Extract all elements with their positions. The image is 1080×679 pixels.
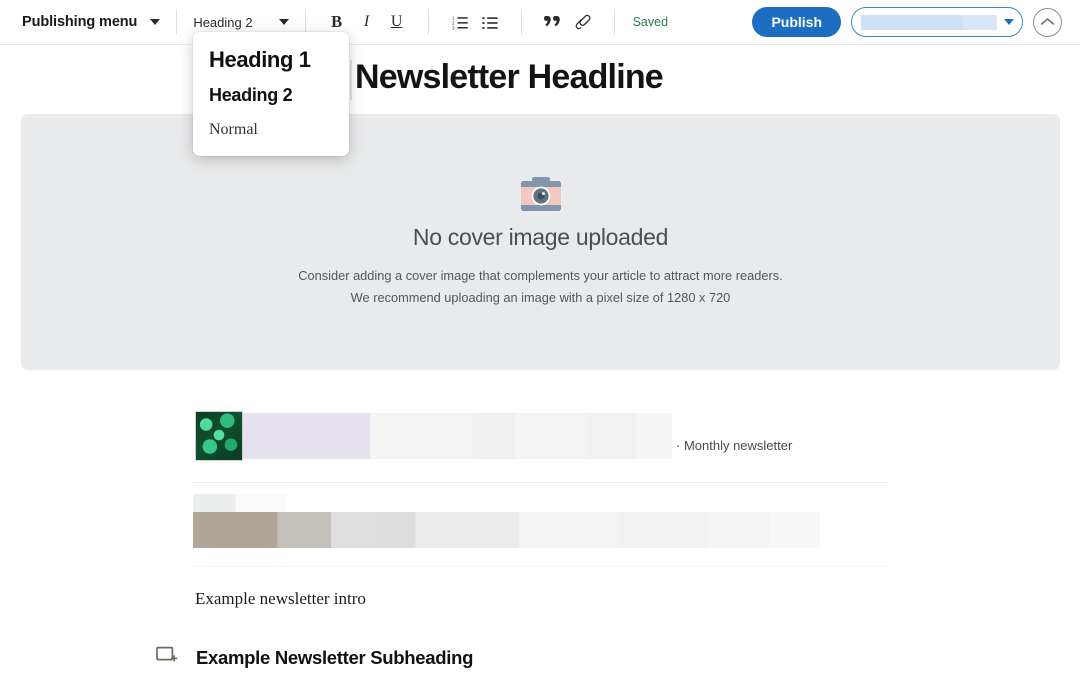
cover-empty-subtitle: Consider adding a cover image that compl… [298,265,782,309]
bullet-list-button[interactable] [475,7,505,37]
chevron-down-icon [278,19,289,25]
cover-image-dropzone[interactable]: No cover image uploaded Consider adding … [21,114,1060,370]
content-divider-2 [193,566,887,567]
italic-button[interactable]: I [352,7,382,37]
chevron-down-icon [1004,19,1014,25]
headline-selection-marker [350,60,352,100]
link-button[interactable] [568,7,598,37]
publish-button[interactable]: Publish [752,7,841,37]
toolbar-divider-1 [176,9,178,35]
content-placeholder-block-lavender[interactable] [243,413,370,459]
link-icon [575,14,591,30]
content-divider-1 [193,482,887,483]
toolbar-right-group: Publish [752,7,1062,37]
audience-select-placeholder-bar [861,14,997,30]
text-style-select[interactable]: Heading 2 [193,14,289,30]
toolbar-divider-3 [427,9,429,35]
blockquote-icon [544,16,560,27]
ordered-list-button[interactable]: 1 2 3 [445,7,475,37]
content-placeholder-strip[interactable] [193,494,287,512]
list-button-group: 1 2 3 [445,7,505,37]
cover-subtitle-line-2: We recommend uploading an image with a p… [350,289,731,305]
collapse-toolbar-button[interactable] [1033,7,1062,37]
content-placeholder-block-row1[interactable] [370,413,672,459]
page-title[interactable]: Newsletter Headline [355,58,664,97]
cover-empty-title: No cover image uploaded [412,223,669,250]
svg-text:3: 3 [452,25,455,30]
cover-subtitle-line-1: Consider adding a cover image that compl… [298,267,783,283]
insert-button-group [538,7,598,37]
publishing-menu-button[interactable]: Publishing menu [22,14,161,30]
chevron-down-icon [150,19,161,25]
ordered-list-icon: 1 2 3 [452,15,468,30]
text-style-dropdown-menu: Heading 1 Heading 2 Normal [193,32,349,156]
content-placeholder-block-row2[interactable] [193,512,820,548]
add-image-block-icon[interactable] [156,646,178,666]
blockquote-button[interactable] [538,7,568,37]
audience-select[interactable] [851,7,1023,37]
style-option-normal[interactable]: Normal [193,118,349,142]
newsletter-intro-paragraph[interactable]: Example newsletter intro [195,589,366,609]
tropical-leaves-thumbnail[interactable] [195,411,243,461]
camera-icon [518,176,564,214]
toolbar-divider-5 [613,9,615,35]
editor-toolbar: Publishing menu Heading 2 B I U 1 2 3 Sa… [0,0,1080,45]
newsletter-meta-label: · Monthly newsletter [676,438,793,453]
save-status-label: Saved [632,15,669,29]
text-style-select-value: Heading 2 [193,14,253,30]
style-option-heading-2[interactable]: Heading 2 [193,82,349,109]
underline-button[interactable]: U [382,7,412,37]
toolbar-divider-4 [520,9,522,35]
style-option-heading-1[interactable]: Heading 1 [193,44,349,76]
newsletter-subheading[interactable]: Example Newsletter Subheading [196,647,473,669]
publishing-menu-label: Publishing menu [22,14,138,30]
chevron-up-icon [1040,18,1055,25]
bullet-list-icon [481,16,498,29]
